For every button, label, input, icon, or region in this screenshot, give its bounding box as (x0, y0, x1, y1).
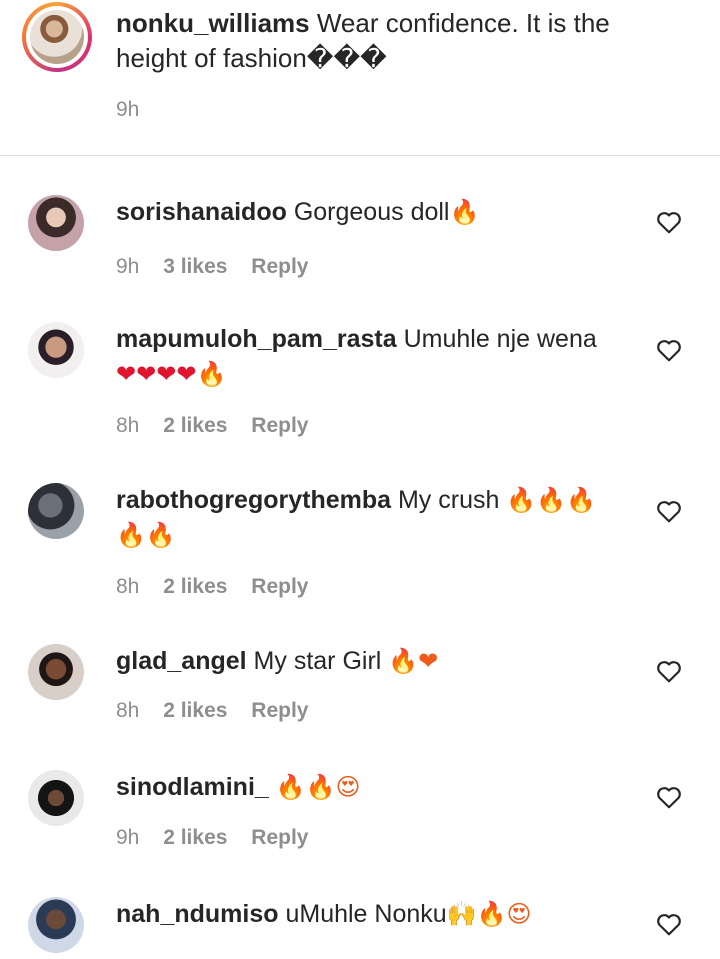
comment-likes[interactable]: 2 likes (163, 414, 227, 437)
commenter-avatar[interactable] (28, 770, 84, 826)
heart-outline-icon[interactable] (656, 659, 682, 683)
caption-time: 9h (116, 98, 140, 121)
comment-time: 9h (116, 255, 140, 278)
comment-username[interactable]: nah_ndumiso (116, 900, 279, 928)
reply-button[interactable]: Reply (251, 575, 308, 598)
comment-text: Umuhle nje wena (403, 325, 597, 353)
caption-text: nonku_williams Wear confidence. It is th… (116, 6, 676, 76)
comment-username[interactable]: sorishanaidoo (116, 198, 287, 226)
reply-button[interactable]: Reply (251, 826, 308, 849)
comment-emoji: 🔥❤ (388, 647, 439, 675)
comment-text: My crush (397, 486, 500, 514)
heart-outline-icon[interactable] (656, 785, 682, 809)
reply-button[interactable]: Reply (251, 414, 308, 437)
comment-emoji: 🔥 (449, 198, 480, 226)
commenter-avatar[interactable] (28, 644, 84, 700)
post-caption: nonku_williams Wear confidence. It is th… (0, 0, 720, 155)
comment-text: My star Girl (253, 647, 382, 675)
comment-text: Gorgeous doll (293, 198, 450, 226)
comment-emoji: ❤❤❤❤🔥 (116, 360, 227, 388)
comment-time: 9h (116, 826, 140, 849)
commenter-avatar[interactable] (28, 483, 84, 539)
commenter-avatar[interactable] (28, 322, 84, 378)
comment-text: uMuhle Nonku (285, 900, 447, 928)
caption-username[interactable]: nonku_williams (116, 8, 310, 38)
heart-outline-icon[interactable] (656, 338, 682, 362)
reply-button[interactable]: Reply (251, 699, 308, 722)
commenter-avatar[interactable] (28, 195, 84, 251)
comment-time: 8h (116, 575, 140, 598)
commenter-avatar[interactable] (28, 897, 84, 953)
comment-emoji: 🔥🔥😍 (275, 773, 361, 801)
comment-time: 8h (116, 414, 140, 437)
reply-button[interactable]: Reply (251, 255, 308, 278)
comment-username[interactable]: sinodlamini_ (116, 773, 269, 801)
comment-emoji: 🙌🔥😍 (446, 900, 532, 928)
comment-time: 8h (116, 699, 140, 722)
comment-username[interactable]: mapumuloh_pam_rasta (116, 325, 397, 353)
comment-likes[interactable]: 3 likes (163, 255, 227, 278)
heart-outline-icon[interactable] (656, 210, 682, 234)
comment-likes[interactable]: 2 likes (163, 699, 227, 722)
comment-likes[interactable]: 2 likes (163, 575, 227, 598)
author-avatar[interactable] (22, 2, 92, 72)
comment-username[interactable]: glad_angel (116, 647, 247, 675)
comment-username[interactable]: rabothogregorythemba (116, 486, 391, 514)
heart-outline-icon[interactable] (656, 912, 682, 936)
divider (0, 155, 720, 156)
heart-outline-icon[interactable] (656, 499, 682, 523)
comment-likes[interactable]: 2 likes (163, 826, 227, 849)
